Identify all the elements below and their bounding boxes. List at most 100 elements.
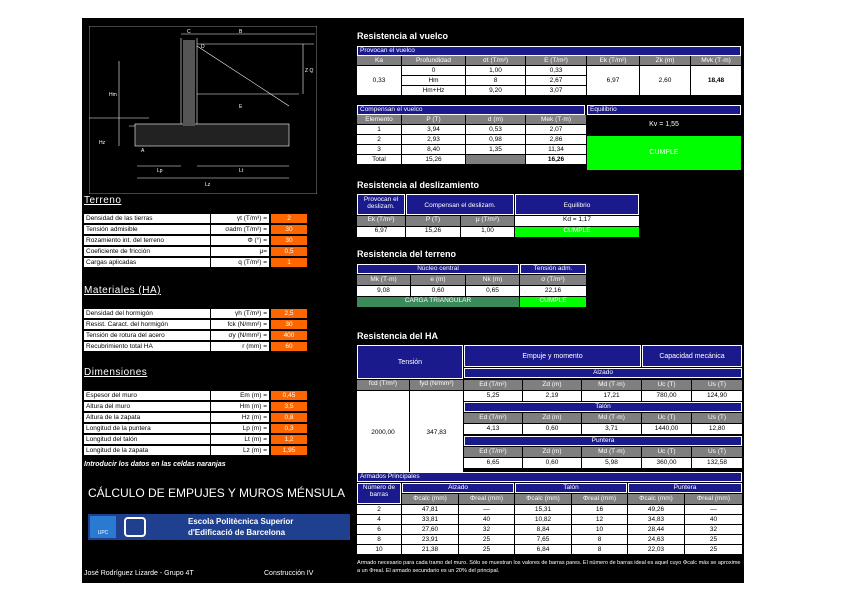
compensan-col-header: P (T) xyxy=(402,115,465,124)
param-label: Resist. Caract. del hormigón xyxy=(84,320,210,329)
vuelco-cumple: CUMPLE xyxy=(587,136,741,170)
compensan-cell: 2 xyxy=(357,135,401,144)
vuelco-cell: 1,00 xyxy=(466,66,525,75)
ha-val: 2,19 xyxy=(523,391,581,401)
param-input[interactable]: 1 xyxy=(271,258,307,267)
armados-cell: 25 xyxy=(685,545,742,554)
param-label: Altura del muro xyxy=(84,402,210,411)
param-input[interactable]: 0,5 xyxy=(271,247,307,256)
vuelco-col-header: Mvk (T·m) xyxy=(691,56,741,65)
dim-label-c: C xyxy=(187,29,191,35)
vuelco-col-headers: Ka Profundidad σt (T/m²) E (T/m²) Ek (T/m²) Z… xyxy=(357,56,741,66)
param-label: Longitud de la puntera xyxy=(84,424,210,433)
terreno-title: Terreno xyxy=(84,195,122,206)
ha-sub-header: Us (T) xyxy=(692,413,742,423)
armados-cell: 49,26 xyxy=(628,505,684,514)
ha-tension-header: Tensión xyxy=(357,345,463,379)
armados-sub-header: Φreal (mm) xyxy=(685,494,742,504)
armados-cell: 16 xyxy=(572,505,627,514)
desl-val-p: 15,26 xyxy=(406,227,460,237)
dim-label-hz: Hz xyxy=(99,140,106,146)
param-label: Longitud del talón xyxy=(84,435,210,444)
vuelco-cell: 0 xyxy=(402,66,465,75)
footer-author: José Rodríguez Lizarde - Grupo 4T xyxy=(84,570,194,577)
terreno-cumple: CUMPLE xyxy=(520,297,586,307)
param-input[interactable]: 0,45 xyxy=(271,391,307,400)
terreno-res-val: 22,16 xyxy=(520,286,586,296)
ha-alzado-header: Alzado xyxy=(464,368,742,378)
ha-sub-header: Ed (T/m²) xyxy=(464,380,522,390)
desl-val-mu: 1,00 xyxy=(461,227,514,237)
compensan-cell: 2,86 xyxy=(526,135,586,144)
logo-line1: Escola Politècnica Superior xyxy=(188,517,294,526)
compensan-cell: Total xyxy=(357,155,401,164)
param-symbol: Em (m) = xyxy=(211,391,269,400)
param-input[interactable]: 2,5 xyxy=(271,309,307,318)
ha-val: 780,00 xyxy=(642,391,691,401)
terreno-res-sub: Nk (m) xyxy=(466,275,519,285)
param-label: Tensión de rotura del acero xyxy=(84,331,210,340)
compensan-cell xyxy=(466,155,525,164)
armados-cell: — xyxy=(459,505,514,514)
spreadsheet: C B D E Hm Z Q Hz A Lp Lt Lz Terreno Den… xyxy=(82,18,744,583)
compensan-cell: 2,07 xyxy=(526,125,586,134)
dim-label-lp: Lp xyxy=(157,168,163,174)
vuelco-col-header: E (T/m²) xyxy=(526,56,586,65)
param-input[interactable]: 1,2 xyxy=(271,435,307,444)
ha-val: 0,60 xyxy=(523,424,581,434)
ha-val: 132,58 xyxy=(692,458,742,468)
param-input[interactable]: 400 xyxy=(271,331,307,340)
vuelco-col-header: Profundidad xyxy=(402,56,465,65)
desl-provocan-header: Provocan el deslizam. xyxy=(357,194,405,215)
armados-cell: 40 xyxy=(685,515,742,524)
compensan-cell: 2,93 xyxy=(402,135,465,144)
armados-cell: 32 xyxy=(685,525,742,534)
param-input[interactable]: 30 xyxy=(271,225,307,234)
dimensiones-row: Longitud del talón Lt (m) = 1,2 xyxy=(84,435,314,445)
ha-val: 5,98 xyxy=(582,458,641,468)
vuelco-cell: Hm xyxy=(402,76,465,85)
nucleo-header: Núcleo central xyxy=(357,264,519,274)
param-symbol: γt (T/m³) = xyxy=(211,214,269,223)
param-input[interactable]: 30 xyxy=(271,320,307,329)
materiales-title: Materiales (HA) xyxy=(84,285,161,296)
param-input[interactable]: 1,95 xyxy=(271,446,307,455)
terreno-res-val: 0,60 xyxy=(411,286,465,296)
ka-value: 0,33 xyxy=(357,66,401,95)
armados-cell: 28,44 xyxy=(628,525,684,534)
ha-empuje-header: Empuje y momento xyxy=(464,345,641,367)
desl-sub-mu: μ (T/m²) xyxy=(461,216,514,226)
armados-cell: 6 xyxy=(357,525,401,534)
ha-sub-header: Us (T) xyxy=(692,380,742,390)
param-symbol: fck (N/mm²) = xyxy=(211,320,269,329)
param-input[interactable]: 60 xyxy=(271,342,307,351)
armados-cell: 32 xyxy=(459,525,514,534)
ha-fyd-header: fyd (N/mm²) xyxy=(410,380,463,390)
ha-sub-header: Uc (T) xyxy=(642,413,691,423)
param-label: Cargas aplicadas xyxy=(84,258,210,267)
armados-sub-header: Φreal (mm) xyxy=(459,494,514,504)
param-symbol: Hz (m) = xyxy=(211,413,269,422)
vuelco-col-header: Zk (m) xyxy=(640,56,690,65)
armados-sub-header: Φcalc (mm) xyxy=(402,494,458,504)
ha-title: Resistencia del HA xyxy=(357,331,439,341)
compensan-cell: 1,35 xyxy=(466,145,525,154)
param-input[interactable]: 0,8 xyxy=(271,413,307,422)
ha-val: 5,25 xyxy=(464,391,522,401)
param-label: Recubrimiento total HA xyxy=(84,342,210,351)
mvk-value: 18,48 xyxy=(691,66,741,95)
ha-val: 3,71 xyxy=(582,424,641,434)
param-input[interactable]: 3,5 xyxy=(271,402,307,411)
vuelco-col-header: Ek (T/m²) xyxy=(587,56,639,65)
dim-label-lt: Lt xyxy=(239,168,244,174)
armados-cell: 12 xyxy=(572,515,627,524)
armados-cell: 25 xyxy=(459,535,514,544)
desl-equilibrio-header: Equilibrio xyxy=(515,194,639,215)
param-input[interactable]: 2 xyxy=(271,214,307,223)
param-input[interactable]: 0,3 xyxy=(271,424,307,433)
param-input[interactable]: 30 xyxy=(271,236,307,245)
vuelco-col-header: Ka xyxy=(357,56,401,65)
school-logo: UPC Escola Politècnica Superior d'Edific… xyxy=(88,514,350,540)
materiales-row: Recubrimiento total HA r (mm) = 60 xyxy=(84,342,314,352)
terreno-res-sub: σ (T/m²) xyxy=(520,275,586,285)
